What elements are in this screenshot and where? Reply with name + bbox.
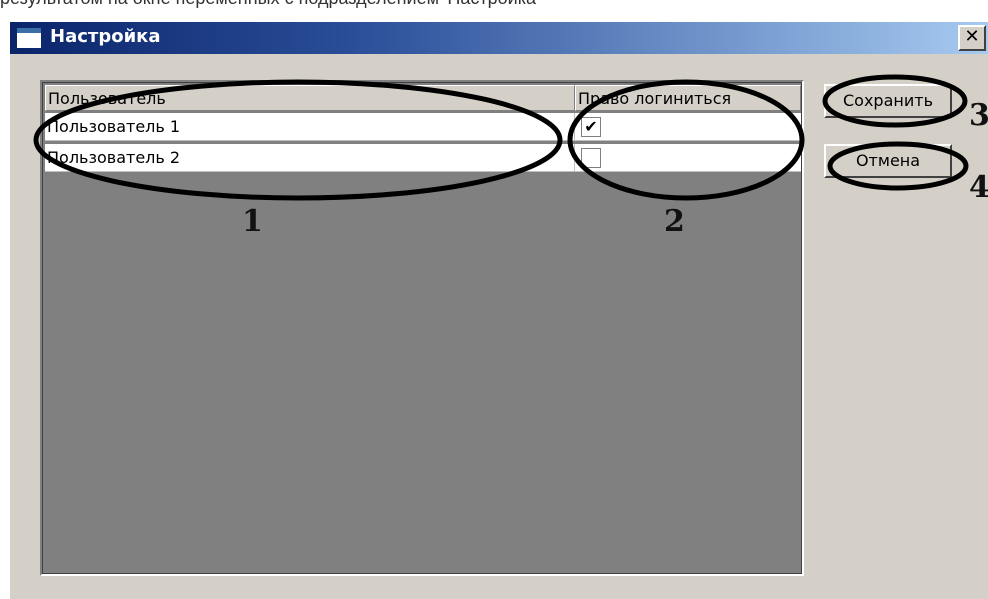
table-header: Пользователь Право логиниться [45,85,801,111]
login-right-checkbox[interactable]: ✔ [581,117,601,137]
user-name-cell[interactable]: Пользователь 1 [45,113,575,141]
dialog-title: Настройка [50,26,161,47]
annotation-1: 1 [242,204,263,239]
column-header-user[interactable]: Пользователь [45,85,575,111]
checkmark-icon: ✔ [584,117,598,136]
user-name-cell[interactable]: Пользователь 2 [45,144,575,172]
cancel-button[interactable]: Отмена [824,144,952,178]
column-header-login-right[interactable]: Право логиниться [575,85,801,111]
annotation-4: 4 [969,170,988,205]
login-right-cell[interactable]: ✔ [575,113,801,141]
window-icon [17,28,41,48]
close-icon: ✕ [964,26,980,47]
save-button[interactable]: Сохранить [824,84,952,118]
users-table: Пользователь Право логиниться Пользовате… [40,80,804,576]
table-row[interactable]: Пользователь 1 ✔ [45,113,801,141]
title-bar[interactable]: Настройка ✕ [10,22,988,54]
login-right-checkbox[interactable] [581,148,601,168]
settings-dialog: Настройка ✕ Пользователь Право логинитьс… [10,22,988,599]
annotation-3: 3 [969,98,988,133]
annotation-2: 2 [664,204,685,239]
login-right-cell[interactable] [575,144,801,172]
page-text-top: результатом на окне переменных с подразд… [0,0,988,8]
close-button[interactable]: ✕ [958,25,986,51]
table-row[interactable]: Пользователь 2 [45,144,801,172]
